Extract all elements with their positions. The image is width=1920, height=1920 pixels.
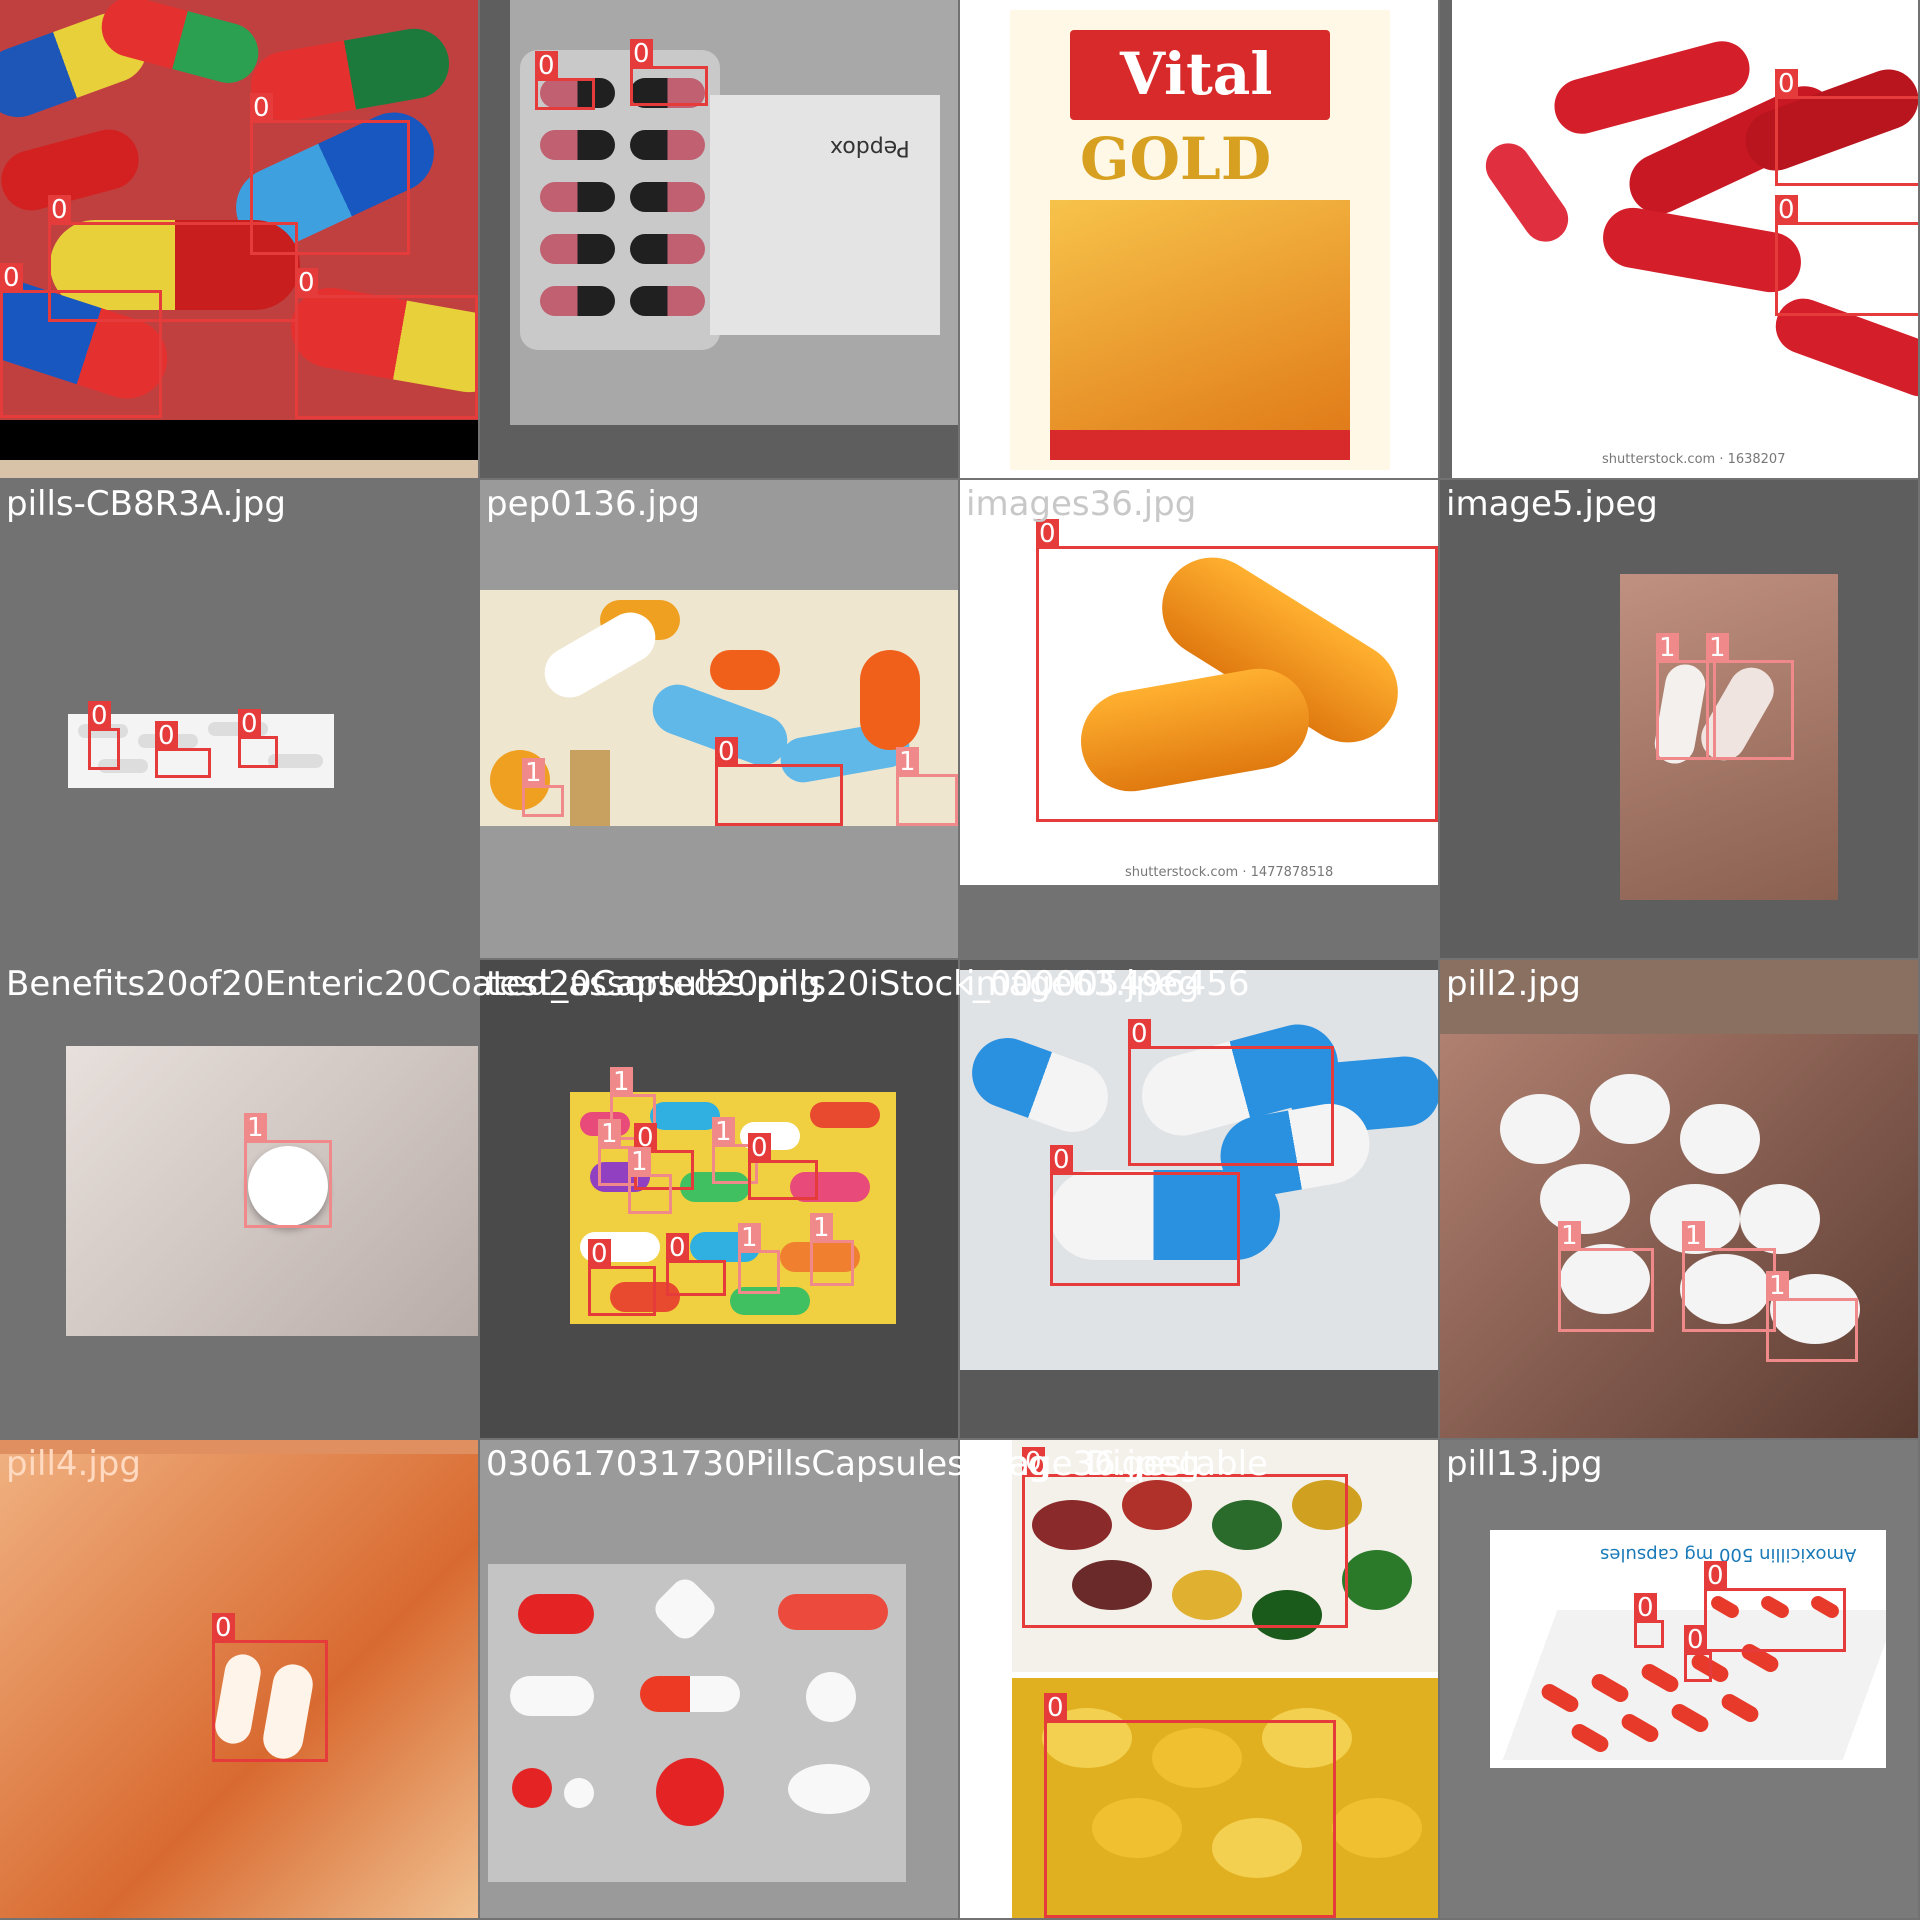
detection-box: 0 bbox=[1044, 1693, 1336, 1918]
brand-bottom: GOLD bbox=[1080, 125, 1272, 193]
tile-3: Vital GOLD bbox=[960, 0, 1438, 478]
pack-text: Amoxicillin 500 mg capsules bbox=[1600, 1544, 1857, 1565]
tile-16: Amoxicillin 500 mg capsules 0 0 0 bbox=[1440, 1440, 1918, 1918]
tile-2: Pepdox 0 0 bbox=[480, 0, 958, 478]
brand-top: Vital bbox=[1120, 40, 1273, 108]
filename-tile-5: pills-CB8R3A.jpg bbox=[6, 484, 286, 524]
detection-box: 0 bbox=[1036, 519, 1438, 822]
filename-tile-11: image63.jpeg bbox=[966, 964, 1200, 1004]
detection-box: 0 bbox=[1050, 1145, 1240, 1286]
tile-14 bbox=[480, 1440, 958, 1918]
detection-box: 0 bbox=[748, 1133, 818, 1200]
detection-box: 0 bbox=[88, 701, 120, 770]
tile-6: 1 0 1 bbox=[480, 480, 958, 958]
filename-tile-15-overlap: Digestable bbox=[1086, 1444, 1268, 1484]
detection-box: 0 bbox=[1684, 1625, 1712, 1682]
photo-blue-capsules bbox=[960, 970, 1438, 1370]
detection-box: 1 bbox=[522, 758, 564, 817]
detection-box: 1 bbox=[896, 747, 958, 826]
detection-box: 1 bbox=[628, 1147, 672, 1214]
watermark: shutterstock.com · 1477878518 bbox=[1125, 865, 1334, 880]
detection-box: 0 bbox=[1704, 1561, 1846, 1652]
photo-blister-pack: Pepdox bbox=[510, 0, 958, 425]
filename-tile-6: pep0136.jpg bbox=[486, 484, 701, 524]
tile-10: 1 1 0 1 1 0 0 0 1 1 bbox=[480, 960, 958, 1438]
detection-box: 0 bbox=[535, 51, 595, 110]
filename-tile-16: pill13.jpg bbox=[1446, 1444, 1603, 1484]
tile-9: 1 bbox=[0, 960, 478, 1438]
detection-box: 0 bbox=[295, 268, 478, 419]
detection-box: 1 bbox=[810, 1213, 854, 1286]
detection-box: 0 bbox=[1022, 1447, 1348, 1628]
tile-5: 0 0 0 bbox=[0, 480, 478, 958]
detection-box: 0 bbox=[1128, 1019, 1334, 1166]
black-band bbox=[0, 420, 478, 460]
photo-pill-shapes bbox=[488, 1564, 906, 1882]
detection-box: 0 bbox=[1634, 1593, 1664, 1648]
detection-box: 1 bbox=[1766, 1271, 1858, 1362]
tile-15: 0 0 bbox=[960, 1440, 1438, 1918]
watermark: shutterstock.com · 1638207 bbox=[1602, 452, 1786, 467]
detection-box: 0 bbox=[0, 263, 162, 418]
filename-tile-14: 030617031730PillsCapsules.jpeg bbox=[486, 1444, 1050, 1484]
detection-box: 0 bbox=[238, 709, 278, 768]
detection-box: 1 bbox=[1706, 633, 1794, 760]
pack-text: Pepdox bbox=[830, 135, 910, 160]
detection-box: 1 bbox=[1558, 1221, 1654, 1332]
filename-tile-13: pill4.jpg bbox=[6, 1444, 141, 1484]
tile-8: 1 1 bbox=[1440, 480, 1918, 958]
tile-12: 1 1 1 bbox=[1440, 960, 1918, 1438]
mosaic-grid: 0 0 0 0 Pepdox 0 0 Vital GOLD shuttersto… bbox=[0, 0, 1920, 1920]
photo-vitamin-box: Vital GOLD bbox=[1010, 10, 1390, 470]
detection-box: 0 bbox=[630, 39, 708, 106]
tile-11: 0 0 bbox=[960, 960, 1438, 1438]
detection-box: 1 bbox=[738, 1223, 780, 1294]
detection-box: 0 bbox=[1775, 69, 1918, 186]
detection-box: 0 bbox=[212, 1613, 328, 1762]
filename-tile-12: pill2.jpg bbox=[1446, 964, 1581, 1004]
tile-4: shutterstock.com · 1638207 0 0 bbox=[1440, 0, 1918, 478]
tile-7: shutterstock.com · 1477878518 0 bbox=[960, 480, 1438, 958]
detection-box: 1 bbox=[1682, 1221, 1776, 1332]
photo-hand-white-tablets bbox=[1440, 1034, 1918, 1438]
detection-box: 0 bbox=[715, 737, 843, 826]
detection-box: 0 bbox=[666, 1233, 726, 1296]
filename-tile-8: image5.jpeg bbox=[1446, 484, 1658, 524]
tile-1: 0 0 0 0 bbox=[0, 0, 478, 478]
filename-tile-7: images36.jpg bbox=[966, 484, 1197, 524]
tile-13: 0 bbox=[0, 1440, 478, 1918]
detection-box: 1 bbox=[244, 1113, 332, 1228]
detection-box: 0 bbox=[155, 721, 211, 778]
detection-box: 0 bbox=[588, 1239, 656, 1316]
detection-box: 0 bbox=[1775, 195, 1918, 316]
